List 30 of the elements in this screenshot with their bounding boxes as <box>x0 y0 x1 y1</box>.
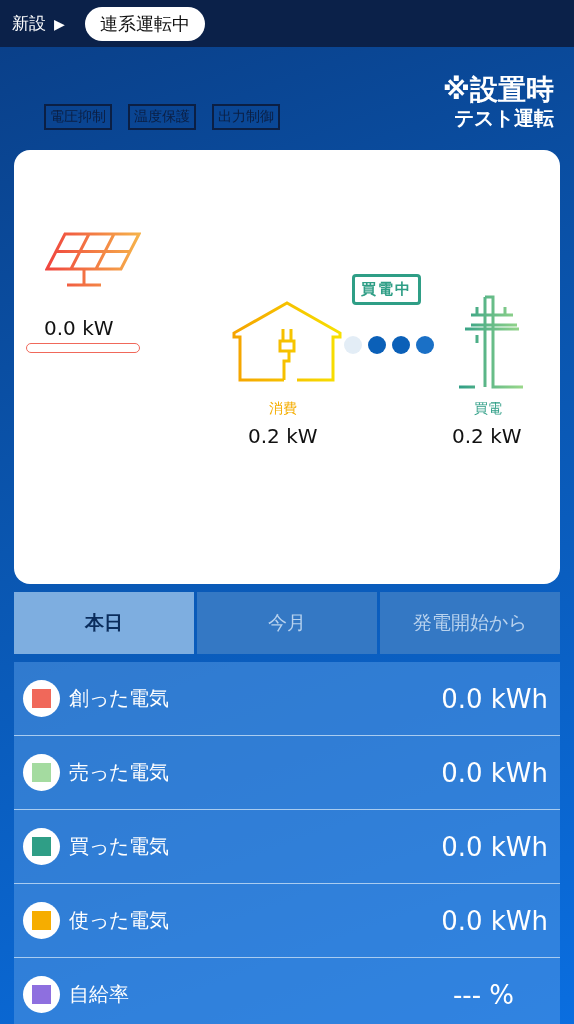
notice-subtitle: テスト運転 <box>454 106 554 130</box>
status-indicator: 出力制御 <box>212 104 280 130</box>
notice-title: ※設置時 <box>442 74 554 106</box>
row-value: 0.0 kWh <box>441 831 548 862</box>
row-label: 創った電気 <box>69 685 169 712</box>
row-label: 売った電気 <box>69 759 169 786</box>
period-tab[interactable]: 今月 <box>197 592 377 654</box>
house-plug-icon <box>232 301 342 383</box>
status-badge: 買電中 <box>352 274 421 305</box>
row-label: 自給率 <box>69 981 129 1008</box>
row-value: 0.0 kWh <box>441 905 548 936</box>
period-tab[interactable]: 発電開始から <box>380 592 560 654</box>
row-value: --- % <box>452 979 514 1010</box>
row-label: 買った電気 <box>69 833 169 860</box>
row-value: 0.0 kWh <box>441 683 548 714</box>
purchase-value: 0.2 kW <box>452 424 522 448</box>
status-indicator: 温度保護 <box>128 104 196 130</box>
breadcrumb-text: 新設 <box>12 12 46 35</box>
solar-power-value: 0.0 kW <box>44 316 114 340</box>
consumption-value: 0.2 kW <box>248 424 318 448</box>
status-indicator: 電圧抑制 <box>44 104 112 130</box>
purchase-label: 買電 <box>474 400 502 418</box>
period-tab[interactable]: 本日 <box>14 592 194 654</box>
row-value: 0.0 kWh <box>441 757 548 788</box>
row-label: 使った電気 <box>69 907 169 934</box>
status-badge: 連系運転中 <box>84 6 205 41</box>
arrow-text: ▶ <box>54 15 65 32</box>
consumption-label: 消費 <box>269 400 297 418</box>
solar-panel-icon <box>45 232 141 288</box>
utility-pole-icon <box>457 295 525 389</box>
